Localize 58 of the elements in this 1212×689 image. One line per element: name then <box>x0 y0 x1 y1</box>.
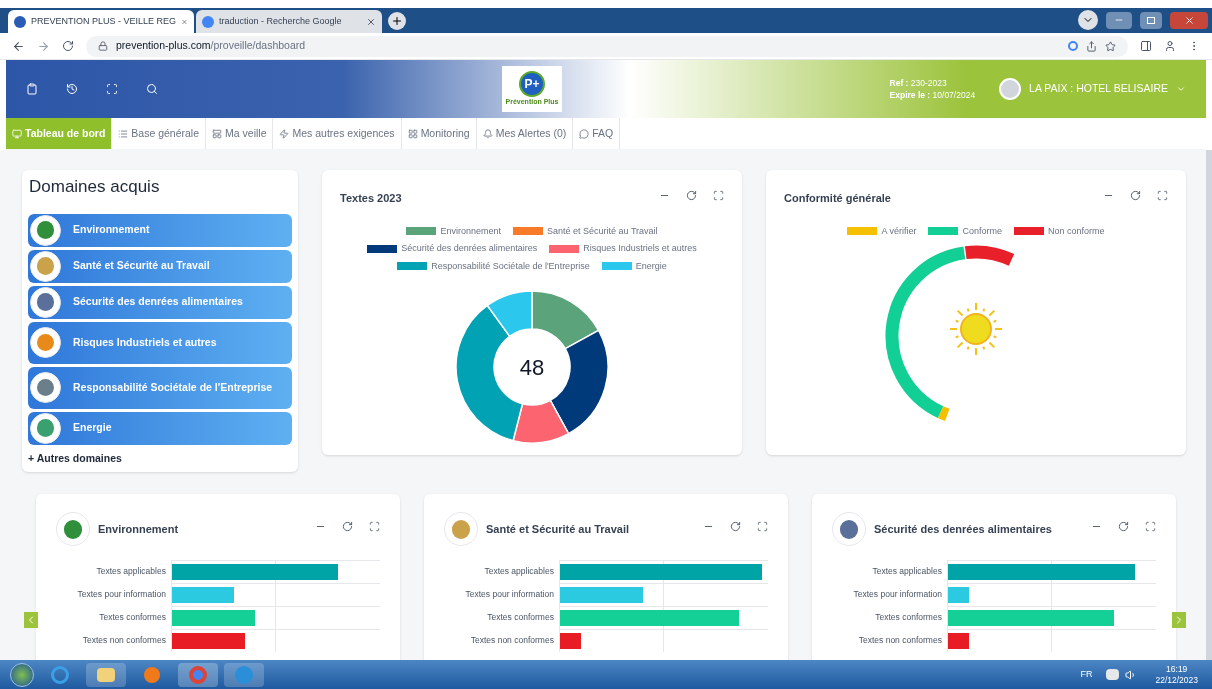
legend-label[interactable]: Risques Industriels et autres <box>583 242 697 256</box>
legend-label[interactable]: Santé et Sécurité au Travail <box>547 224 658 238</box>
bar-label: Textes applicables <box>871 565 943 579</box>
nav-tab[interactable]: Ma veille <box>206 118 274 149</box>
card-title: Conformité générale <box>784 191 891 206</box>
domain-label: Santé et Sécurité au Travail <box>73 258 210 274</box>
legend-label[interactable]: Responsabilité Sociétale de l'Entreprise <box>431 259 590 273</box>
bar-label: Textes conformes <box>98 611 167 625</box>
nav-tab[interactable]: Mes Alertes (0) <box>476 118 574 149</box>
bar-label: Textes non conformes <box>469 634 555 648</box>
domain-label: Energie <box>73 420 112 436</box>
legend-label[interactable]: Energie <box>635 259 667 273</box>
logo-mark: P+ <box>519 70 545 97</box>
card-title: Santé et Sécurité au Travail <box>486 522 630 537</box>
card-title: Textes 2023 <box>340 191 402 206</box>
card-title: Environnement <box>98 522 179 537</box>
nav-tab[interactable]: Mes autres exigences <box>273 118 402 149</box>
nav-tab[interactable]: FAQ <box>573 118 621 149</box>
domain-item[interactable]: Energie <box>28 411 292 445</box>
domain-item[interactable]: Santé et Sécurité au Travail <box>28 249 292 283</box>
bar-label: Textes conformes <box>874 611 943 625</box>
nav-tab[interactable]: Monitoring <box>401 118 477 149</box>
address-field[interactable]: prevention-plus.com/proveille/dashboard <box>86 35 1128 57</box>
card-title: Sécurité des denrées alimentaires <box>874 522 1052 537</box>
legend-label[interactable]: Non conforme <box>1048 224 1105 238</box>
bar-label: Textes conformes <box>486 611 555 625</box>
donut-total: 48 <box>519 353 545 382</box>
bar-label: Textes pour information <box>852 588 943 602</box>
bar-label: Textes applicables <box>483 565 555 579</box>
browser-tab[interactable]: PREVENTION PLUS - VEILLE REG <box>8 10 194 33</box>
domain-label: Environnement <box>73 222 150 238</box>
panel-title: Domaines acquis <box>29 176 161 198</box>
domain-item[interactable]: Risques Industriels et autres <box>28 321 292 364</box>
url-text: prevention-plus.com/proveille/dashboard <box>116 38 306 54</box>
nav-tab[interactable]: Base générale <box>112 118 207 149</box>
domain-item[interactable]: Responsabilité Sociétale de l'Entreprise <box>28 366 292 409</box>
domain-item[interactable]: Environnement <box>28 213 292 247</box>
legend-label[interactable]: Environnement <box>440 224 501 238</box>
language-indicator[interactable]: FR <box>1080 667 1093 682</box>
domain-label: Responsabilité Sociétale de l'Entreprise <box>73 379 273 395</box>
clock[interactable]: 16:19 22/12/2023 <box>1155 663 1198 686</box>
bar-label: Textes non conformes <box>81 634 167 648</box>
bar-label: Textes non conformes <box>857 634 943 648</box>
bar-label: Textes applicables <box>95 565 167 579</box>
expiry-text: Expire le : 10/07/2024 <box>889 89 976 101</box>
reference-text: Ref : 230-2023 <box>889 77 948 89</box>
more-domains-link[interactable]: + Autres domaines <box>28 450 292 467</box>
bar-label: Textes pour information <box>76 588 167 602</box>
bar-label: Textes pour information <box>464 588 555 602</box>
domain-label: Risques Industriels et autres <box>73 334 217 350</box>
tab-title: traduction - Recherche Google <box>219 14 343 28</box>
browser-tab[interactable]: traduction - Recherche Google <box>196 10 382 33</box>
tab-title: PREVENTION PLUS - VEILLE REG <box>31 14 177 28</box>
domain-label: Sécurité des denrées alimentaires <box>73 294 243 310</box>
legend-label[interactable]: Conforme <box>962 224 1002 238</box>
legend-label[interactable]: Sécurité des denrées alimentaires <box>401 242 538 256</box>
domain-item[interactable]: Sécurité des denrées alimentaires <box>28 285 292 319</box>
legend-label[interactable]: A vérifier <box>881 224 917 238</box>
